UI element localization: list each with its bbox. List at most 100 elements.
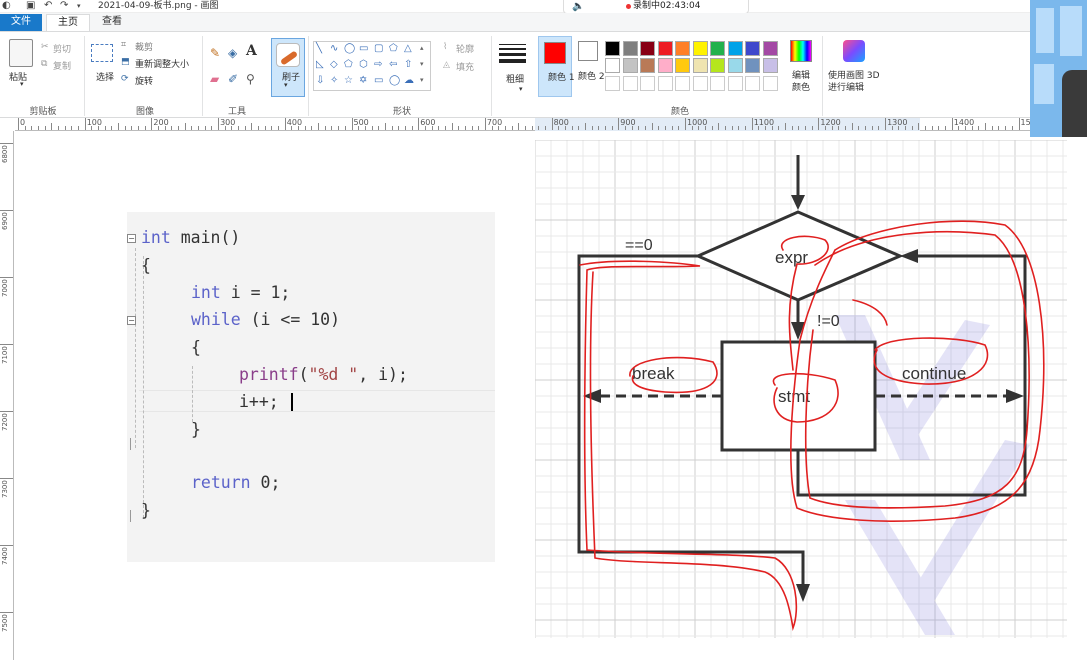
palette-empty-swatch[interactable] [692,76,708,91]
five-point-star-shape-icon[interactable]: ☆ [344,75,353,86]
cut-button[interactable]: 剪切 [53,42,71,55]
four-point-star-shape-icon[interactable]: ✧ [330,75,338,86]
brush-button[interactable]: 刷子 ▾ [271,38,305,97]
resize-button[interactable]: 重新调整大小 [135,57,189,70]
pentagon-shape-icon[interactable]: ⬠ [344,59,353,70]
palette-swatch[interactable] [745,58,760,73]
dropdown-icon[interactable]: ▾ [77,0,81,12]
oval-shape-icon[interactable]: ◯ [344,43,355,54]
paste-icon[interactable] [9,39,33,67]
palette-swatch[interactable] [640,58,655,73]
crop-button[interactable]: 裁剪 [135,40,153,53]
shapes-scroll-down-icon[interactable]: ▾ [420,60,424,68]
polygon-shape-icon[interactable]: ⬠ [389,43,398,54]
redo-icon[interactable]: ↷ [60,0,68,12]
palette-empty-swatch[interactable] [675,76,690,91]
tab-view[interactable]: 查看 [92,14,132,31]
palette-swatch[interactable] [745,41,760,56]
color1-button[interactable]: 颜色 1 [538,36,575,97]
oval-callout-shape-icon[interactable]: ◯ [389,75,400,86]
line-shape-icon[interactable]: ╲ [316,43,322,54]
callout-shape-icon[interactable]: ▭ [374,75,383,86]
curve-shape-icon[interactable]: ∿ [330,43,338,54]
palette-empty-swatch[interactable] [762,76,778,91]
palette-swatch[interactable] [727,58,743,73]
magnifier-icon[interactable]: ⚲ [246,72,255,86]
select-button[interactable]: 选择 [96,70,114,83]
cloud-callout-shape-icon[interactable]: ☁ [404,75,414,86]
palette-empty-swatch[interactable] [727,76,743,91]
right-triangle-shape-icon[interactable]: ◺ [316,59,324,70]
right-arrow-shape-icon[interactable]: ⇨ [374,59,382,70]
shapes-scroll-up-icon[interactable]: ▴ [420,44,424,52]
palette-swatch[interactable] [605,58,620,73]
paint3d-button[interactable]: 使用画图 3D 进行编辑 [828,70,882,94]
size-dropdown-icon[interactable]: ▾ [519,85,523,93]
hexagon-shape-icon[interactable]: ⬡ [359,59,368,70]
select-icon[interactable] [91,44,113,62]
recording-status: 录制中02:43:04 [633,1,701,11]
palette-swatch[interactable] [710,58,725,73]
vertical-ruler: 6800 6900 7000 7100 7200 7300 7400 7500 [0,131,14,660]
palette-swatch[interactable] [640,41,655,56]
palette-empty-swatch[interactable] [605,76,620,91]
palette-swatch[interactable] [727,41,743,56]
shapes-expand-icon[interactable]: ▾ [420,76,424,84]
down-arrow-shape-icon[interactable]: ⇩ [316,75,324,86]
palette-swatch[interactable] [692,58,708,73]
palette-empty-swatch[interactable] [710,76,725,91]
copy-button[interactable]: 复制 [53,59,71,72]
palette-empty-swatch[interactable] [745,76,760,91]
palette-swatch[interactable] [762,41,778,56]
color2-button[interactable]: 颜色 2 [576,36,605,97]
palette-empty-swatch[interactable] [640,76,655,91]
edit-colors-button[interactable]: 编辑颜色 [792,70,814,94]
triangle-shape-icon[interactable]: △ [404,43,412,54]
palette-empty-swatch[interactable] [622,76,638,91]
undo-icon[interactable]: ↶ [44,0,52,12]
size-icon[interactable] [499,44,526,45]
text-tool-icon[interactable]: A [246,43,257,59]
diamond-shape-icon[interactable]: ◇ [330,59,338,70]
up-arrow-shape-icon[interactable]: ⇧ [404,59,412,70]
six-point-star-shape-icon[interactable]: ✡ [359,75,367,86]
palette-swatch[interactable] [675,58,690,73]
ruler-label: 100 [86,118,102,127]
fold-while-icon[interactable]: − [127,316,136,325]
save-icon[interactable]: ▣ [26,0,35,12]
paste-button[interactable]: 粘贴 [9,70,27,83]
outline-button[interactable]: 轮廓 [456,42,474,55]
group-label-colors: 颜色 [670,107,689,117]
palette-swatch[interactable] [622,58,638,73]
edit-colors-icon[interactable] [790,40,812,62]
shapes-gallery[interactable]: ╲ ∿ ◯ ▭ ▢ ⬠ △ ◺ ◇ ⬠ ⬡ ⇨ ⇦ ⇧ ⇩ ✧ ☆ ✡ ▭ ◯ … [313,41,431,91]
eraser-icon[interactable]: ▰ [210,72,219,86]
color-picker-icon[interactable]: ✐ [228,72,238,86]
palette-swatch[interactable] [657,58,673,73]
palette-swatch[interactable] [710,41,725,56]
paste-dropdown-icon[interactable]: ▾ [20,80,24,88]
ruler-label: 7000 [1,279,9,297]
rounded-rectangle-shape-icon[interactable]: ▢ [374,43,383,54]
palette-swatch[interactable] [762,58,778,73]
fill-button[interactable]: 填充 [456,60,474,73]
paint3d-icon[interactable] [843,40,865,62]
fold-main-icon[interactable]: − [127,234,136,243]
palette-swatch[interactable] [657,41,673,56]
palette-swatch[interactable] [675,41,690,56]
fill-bucket-icon[interactable]: ◈ [228,46,237,60]
tab-home[interactable]: 主页 [46,14,90,31]
palette-swatch[interactable] [605,41,620,56]
tab-file[interactable]: 文件 [0,14,42,31]
pencil-icon[interactable]: ✎ [210,46,220,60]
rotate-button[interactable]: 旋转 [135,74,153,87]
left-arrow-shape-icon[interactable]: ⇦ [389,59,397,70]
speaker-icon[interactable]: 🔈 [572,0,584,13]
palette-swatch[interactable] [622,41,638,56]
palette-swatch[interactable] [692,41,708,56]
rectangle-shape-icon[interactable]: ▭ [359,43,368,54]
code-keyword: int [191,283,221,302]
size-button[interactable]: 粗细 [506,72,524,85]
palette-empty-swatch[interactable] [657,76,673,91]
ruler-selection-highlight [535,118,920,131]
